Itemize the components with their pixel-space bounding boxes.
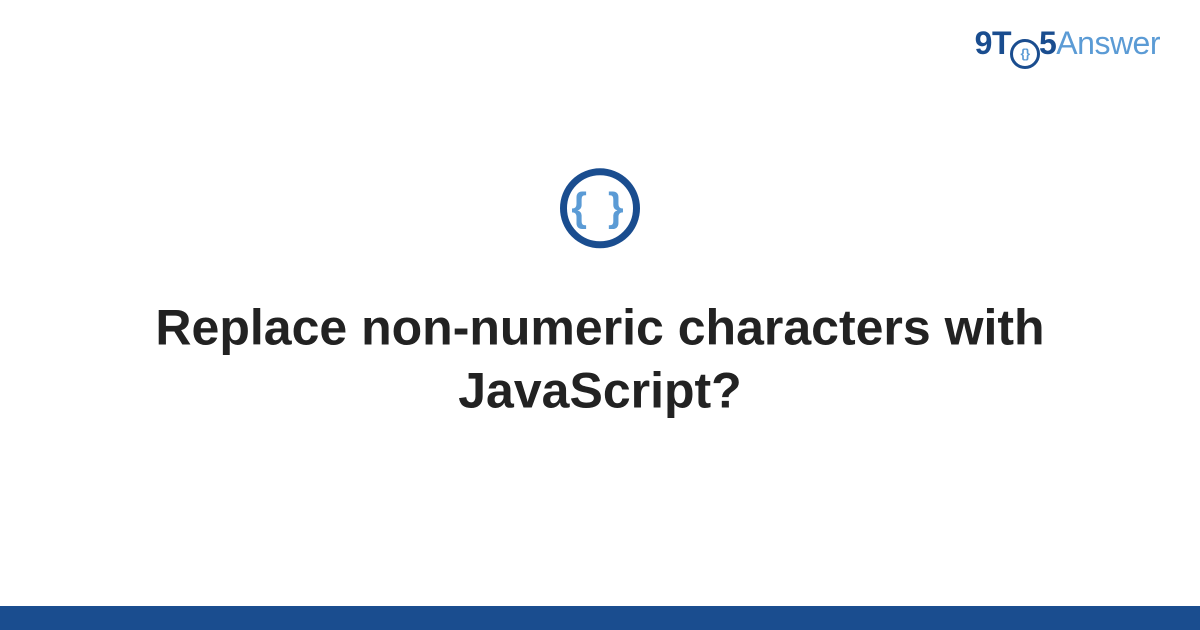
main-content: { } Replace non-numeric characters with …: [0, 168, 1200, 421]
footer-bar: [0, 606, 1200, 630]
category-icon-circle: { }: [560, 168, 640, 248]
question-title: Replace non-numeric characters with Java…: [100, 296, 1100, 421]
logo-part-9t: 9T: [975, 25, 1011, 61]
braces-icon: { }: [571, 187, 628, 227]
site-logo: 9T{}5Answer: [975, 25, 1160, 69]
logo-o-icon: {}: [1010, 39, 1040, 69]
logo-part-5: 5: [1039, 25, 1056, 61]
logo-part-answer: Answer: [1056, 25, 1160, 61]
